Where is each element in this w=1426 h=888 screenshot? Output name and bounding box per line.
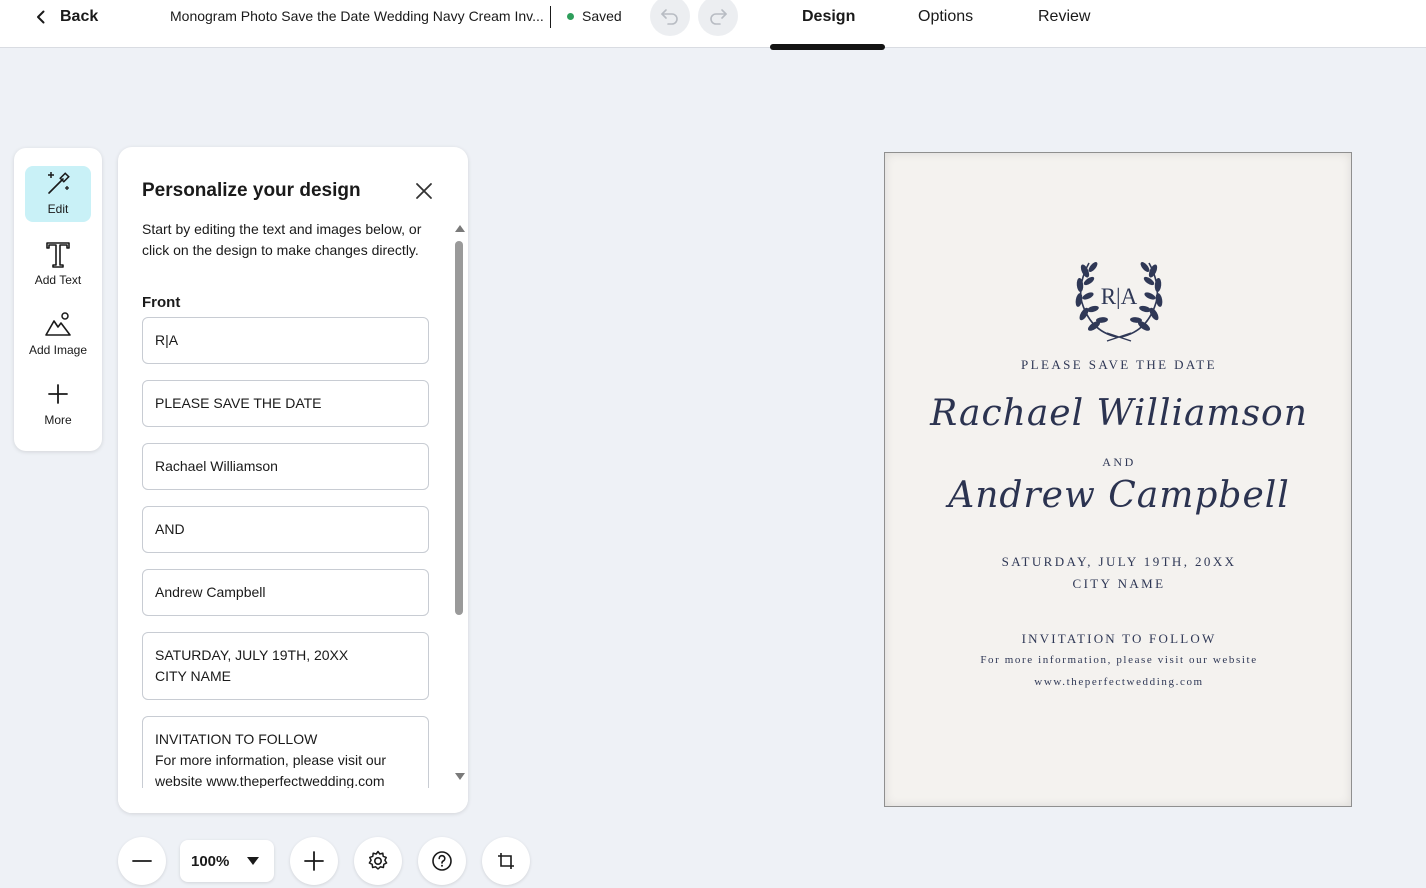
save-the-date-field[interactable]: PLEASE SAVE THE DATE	[142, 380, 429, 427]
save-status: Saved	[567, 8, 622, 24]
redo-icon	[710, 9, 727, 25]
zoom-level-value: 100%	[191, 852, 230, 870]
minus-icon	[132, 860, 152, 862]
help-circle-icon	[432, 851, 452, 871]
image-mountain-icon	[45, 312, 71, 336]
caret-down-icon	[247, 857, 260, 865]
help-button[interactable]	[418, 837, 466, 885]
monogram-field[interactable]: R|A	[142, 317, 429, 364]
close-icon[interactable]	[414, 181, 434, 201]
front-section-label: Front	[142, 294, 181, 311]
card-invitation-to-follow[interactable]: INVITATION TO FOLLOW	[885, 631, 1353, 647]
top-bar: Back Monogram Photo Save the Date Weddin…	[0, 0, 1426, 50]
redo-button[interactable]	[698, 0, 738, 36]
scroll-up-arrow-icon[interactable]	[455, 225, 465, 232]
card-more-info[interactable]: For more information, please visit our w…	[885, 654, 1353, 666]
zoom-out-button[interactable]	[118, 837, 166, 885]
scrollbar-thumb[interactable]	[455, 241, 463, 615]
card-date[interactable]: SATURDAY, JULY 19TH, 20XX	[885, 554, 1353, 570]
undo-button[interactable]	[650, 0, 690, 36]
crop-button[interactable]	[482, 837, 530, 885]
chevron-left-icon	[37, 10, 45, 24]
date-city-field[interactable]: SATURDAY, JULY 19TH, 20XX CITY NAME	[142, 632, 429, 700]
scroll-down-arrow-icon[interactable]	[455, 773, 465, 780]
card-and[interactable]: AND	[885, 455, 1353, 470]
save-status-label: Saved	[582, 8, 622, 24]
add-text-tool-button[interactable]: Add Text	[25, 237, 91, 293]
card-name2[interactable]: Andrew Campbell	[885, 475, 1353, 516]
panel-bottom-mask	[118, 788, 468, 813]
edit-tool-label: Edit	[47, 202, 69, 216]
name1-field[interactable]: Rachael Williamson	[142, 443, 429, 490]
gear-icon	[368, 850, 388, 870]
crop-icon	[498, 853, 514, 869]
zoom-in-button[interactable]	[290, 837, 338, 885]
edit-wand-icon	[48, 172, 70, 194]
back-label: Back	[60, 8, 99, 25]
edit-tool-button[interactable]: Edit	[25, 166, 91, 222]
more-tool-label: More	[44, 413, 72, 427]
tool-rail: Edit Add Text Add Image More	[14, 148, 102, 451]
name2-field[interactable]: Andrew Campbell	[142, 569, 429, 616]
panel-title: Personalize your design	[142, 180, 361, 201]
add-image-tool-label: Add Image	[28, 343, 88, 357]
add-text-tool-label: Add Text	[34, 273, 82, 287]
document-title[interactable]: Monogram Photo Save the Date Wedding Nav…	[170, 8, 544, 24]
zoom-level-select[interactable]: 100%	[180, 840, 274, 882]
tab-design[interactable]: Design	[802, 8, 855, 26]
and-field[interactable]: AND	[142, 506, 429, 553]
card-monogram[interactable]: R|A	[885, 284, 1353, 310]
tab-review[interactable]: Review	[1038, 8, 1090, 26]
text-t-icon	[46, 242, 70, 268]
more-tool-button[interactable]: More	[25, 377, 91, 433]
plus-icon	[48, 384, 68, 404]
card-name1[interactable]: Rachael Williamson	[885, 393, 1353, 434]
settings-button[interactable]	[354, 837, 402, 885]
active-tab-indicator	[770, 44, 885, 50]
personalize-panel: Personalize your design Start by editing…	[118, 147, 468, 813]
back-button[interactable]: Back	[34, 6, 98, 28]
card-preview[interactable]: R|A PLEASE SAVE THE DATE Rachael William…	[884, 152, 1352, 807]
divider	[550, 6, 551, 28]
tab-options[interactable]: Options	[918, 8, 973, 26]
undo-icon	[661, 9, 678, 25]
panel-scrollbar[interactable]	[454, 225, 465, 785]
saved-dot-icon	[567, 12, 574, 20]
plus-icon	[304, 851, 324, 871]
card-city[interactable]: CITY NAME	[885, 576, 1353, 592]
card-save-the-date[interactable]: PLEASE SAVE THE DATE	[885, 357, 1353, 373]
panel-description: Start by editing the text and images bel…	[142, 221, 422, 258]
card-url[interactable]: www.theperfectwedding.com	[885, 676, 1353, 688]
add-image-tool-button[interactable]: Add Image	[25, 307, 91, 363]
